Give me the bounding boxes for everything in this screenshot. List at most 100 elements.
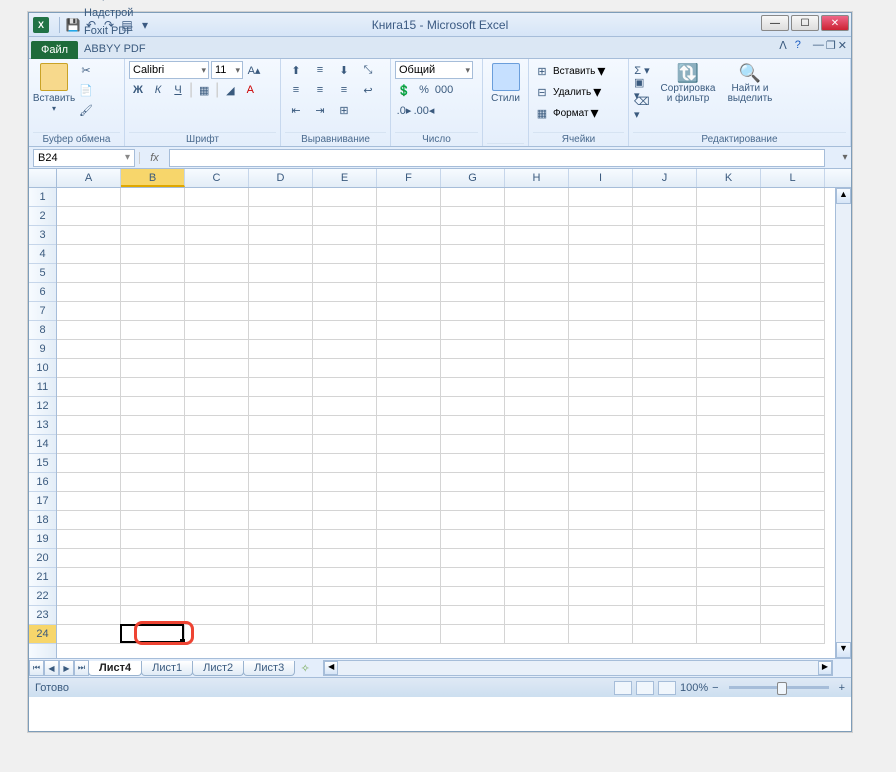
row-header[interactable]: 22 xyxy=(29,587,56,606)
zoom-in-icon[interactable]: + xyxy=(839,682,845,694)
sheet-tab[interactable]: Лист1 xyxy=(141,661,193,676)
sheet-nav-prev-icon[interactable]: ◀ xyxy=(44,660,59,676)
align-bottom-icon[interactable]: ⬇ xyxy=(333,61,355,79)
column-header[interactable]: F xyxy=(377,169,441,187)
doc-close-icon[interactable]: ✕ xyxy=(838,39,847,52)
row-header[interactable]: 14 xyxy=(29,435,56,454)
format-painter-icon[interactable]: 🖌 xyxy=(77,101,95,119)
font-name-combo[interactable]: Calibri xyxy=(129,61,209,79)
scroll-left-icon[interactable]: ◀ xyxy=(324,661,338,675)
align-top-icon[interactable]: ⬆ xyxy=(285,61,307,79)
row-header[interactable]: 19 xyxy=(29,530,56,549)
underline-button[interactable]: Ч xyxy=(169,81,187,99)
bold-button[interactable]: Ж xyxy=(129,81,147,99)
italic-button[interactable]: К xyxy=(149,81,167,99)
align-center-icon[interactable]: ≡ xyxy=(309,81,331,99)
row-header[interactable]: 4 xyxy=(29,245,56,264)
scroll-right-icon[interactable]: ▶ xyxy=(818,661,832,675)
sheet-nav-next-icon[interactable]: ▶ xyxy=(59,660,74,676)
find-select-button[interactable]: 🔍 Найти и выделить xyxy=(721,61,779,125)
currency-icon[interactable]: 💲 xyxy=(395,81,413,99)
view-normal-icon[interactable] xyxy=(614,681,632,695)
border-icon[interactable]: ▦ xyxy=(195,81,213,99)
align-left-icon[interactable]: ≡ xyxy=(285,81,307,99)
align-right-icon[interactable]: ≡ xyxy=(333,81,355,99)
close-button[interactable]: ✕ xyxy=(821,15,849,31)
row-header[interactable]: 3 xyxy=(29,226,56,245)
row-header[interactable]: 24 xyxy=(29,625,56,644)
column-header[interactable]: E xyxy=(313,169,377,187)
sheet-tab-active[interactable]: Лист4 xyxy=(88,661,142,676)
orientation-icon[interactable]: ⤡ xyxy=(357,61,379,79)
cut-icon[interactable]: ✂ xyxy=(77,61,95,79)
format-cells-button[interactable]: ▦Формат ▾ xyxy=(533,103,599,123)
increase-decimal-icon[interactable]: .0▸ xyxy=(395,101,413,119)
column-header[interactable]: A xyxy=(57,169,121,187)
view-page-layout-icon[interactable] xyxy=(636,681,654,695)
row-header[interactable]: 23 xyxy=(29,606,56,625)
column-header[interactable]: B xyxy=(121,169,185,187)
row-header[interactable]: 20 xyxy=(29,549,56,568)
scroll-up-icon[interactable]: ▲ xyxy=(836,188,851,204)
view-page-break-icon[interactable] xyxy=(658,681,676,695)
number-format-combo[interactable]: Общий xyxy=(395,61,473,79)
sheet-nav-first-icon[interactable]: ⏮ xyxy=(29,660,44,676)
merge-cells-icon[interactable]: ⊞ xyxy=(333,101,355,119)
align-middle-icon[interactable]: ≡ xyxy=(309,61,331,79)
column-header[interactable]: H xyxy=(505,169,569,187)
paste-button[interactable]: Вставить▾ xyxy=(33,61,75,125)
fx-icon[interactable]: fx xyxy=(139,152,169,164)
row-header[interactable]: 2 xyxy=(29,207,56,226)
row-header[interactable]: 21 xyxy=(29,568,56,587)
zoom-slider[interactable] xyxy=(729,686,829,689)
row-header[interactable]: 1 xyxy=(29,188,56,207)
row-header[interactable]: 5 xyxy=(29,264,56,283)
ribbon-tab[interactable]: ABBYY PDF xyxy=(78,40,152,58)
select-all-corner[interactable] xyxy=(29,169,57,187)
sheet-tab[interactable]: Лист3 xyxy=(243,661,295,676)
formula-input[interactable] xyxy=(169,149,825,167)
sheet-nav-last-icon[interactable]: ⏭ xyxy=(74,660,89,676)
comma-style-icon[interactable]: 000 xyxy=(435,81,453,99)
row-header[interactable]: 12 xyxy=(29,397,56,416)
column-header[interactable]: I xyxy=(569,169,633,187)
column-header[interactable]: L xyxy=(761,169,825,187)
percent-icon[interactable]: % xyxy=(415,81,433,99)
horizontal-scrollbar[interactable]: ◀ ▶ xyxy=(323,660,833,676)
column-header[interactable]: J xyxy=(633,169,697,187)
ribbon-tab[interactable]: Надстрой xyxy=(78,4,152,22)
tab-file[interactable]: Файл xyxy=(31,41,78,59)
sheet-tab[interactable]: Лист2 xyxy=(192,661,244,676)
row-header[interactable]: 10 xyxy=(29,359,56,378)
ribbon-minimize-icon[interactable]: ᐱ xyxy=(779,39,787,52)
help-icon[interactable]: ? xyxy=(795,39,801,52)
doc-restore-icon[interactable]: ❐ xyxy=(826,39,836,52)
column-header[interactable]: C xyxy=(185,169,249,187)
name-box[interactable]: B24 xyxy=(33,149,135,167)
expand-formula-bar-icon[interactable]: ▾ xyxy=(839,152,851,163)
delete-cells-button[interactable]: ⊟Удалить ▾ xyxy=(533,82,601,102)
wrap-text-icon[interactable]: ↩ xyxy=(357,81,379,99)
styles-button[interactable]: Стили xyxy=(487,61,524,125)
row-header[interactable]: 18 xyxy=(29,511,56,530)
row-header[interactable]: 13 xyxy=(29,416,56,435)
copy-icon[interactable]: 📄 xyxy=(77,81,95,99)
vertical-scrollbar[interactable]: ▲ ▼ xyxy=(835,188,851,658)
maximize-button[interactable]: ☐ xyxy=(791,15,819,31)
column-header[interactable]: G xyxy=(441,169,505,187)
spreadsheet-grid[interactable] xyxy=(57,188,835,658)
fill-color-icon[interactable]: ◢ xyxy=(221,81,239,99)
font-size-combo[interactable]: 11 xyxy=(211,61,243,79)
font-color-icon[interactable]: A xyxy=(241,81,259,99)
decrease-decimal-icon[interactable]: .00◂ xyxy=(415,101,433,119)
row-header[interactable]: 17 xyxy=(29,492,56,511)
decrease-indent-icon[interactable]: ⇤ xyxy=(285,101,307,119)
column-header[interactable]: K xyxy=(697,169,761,187)
scroll-down-icon[interactable]: ▼ xyxy=(836,642,851,658)
row-header[interactable]: 7 xyxy=(29,302,56,321)
increase-font-icon[interactable]: A▴ xyxy=(245,61,263,79)
insert-cells-button[interactable]: ⊞Вставить ▾ xyxy=(533,61,605,81)
row-header[interactable]: 16 xyxy=(29,473,56,492)
doc-minimize-icon[interactable]: — xyxy=(813,39,824,52)
row-header[interactable]: 11 xyxy=(29,378,56,397)
